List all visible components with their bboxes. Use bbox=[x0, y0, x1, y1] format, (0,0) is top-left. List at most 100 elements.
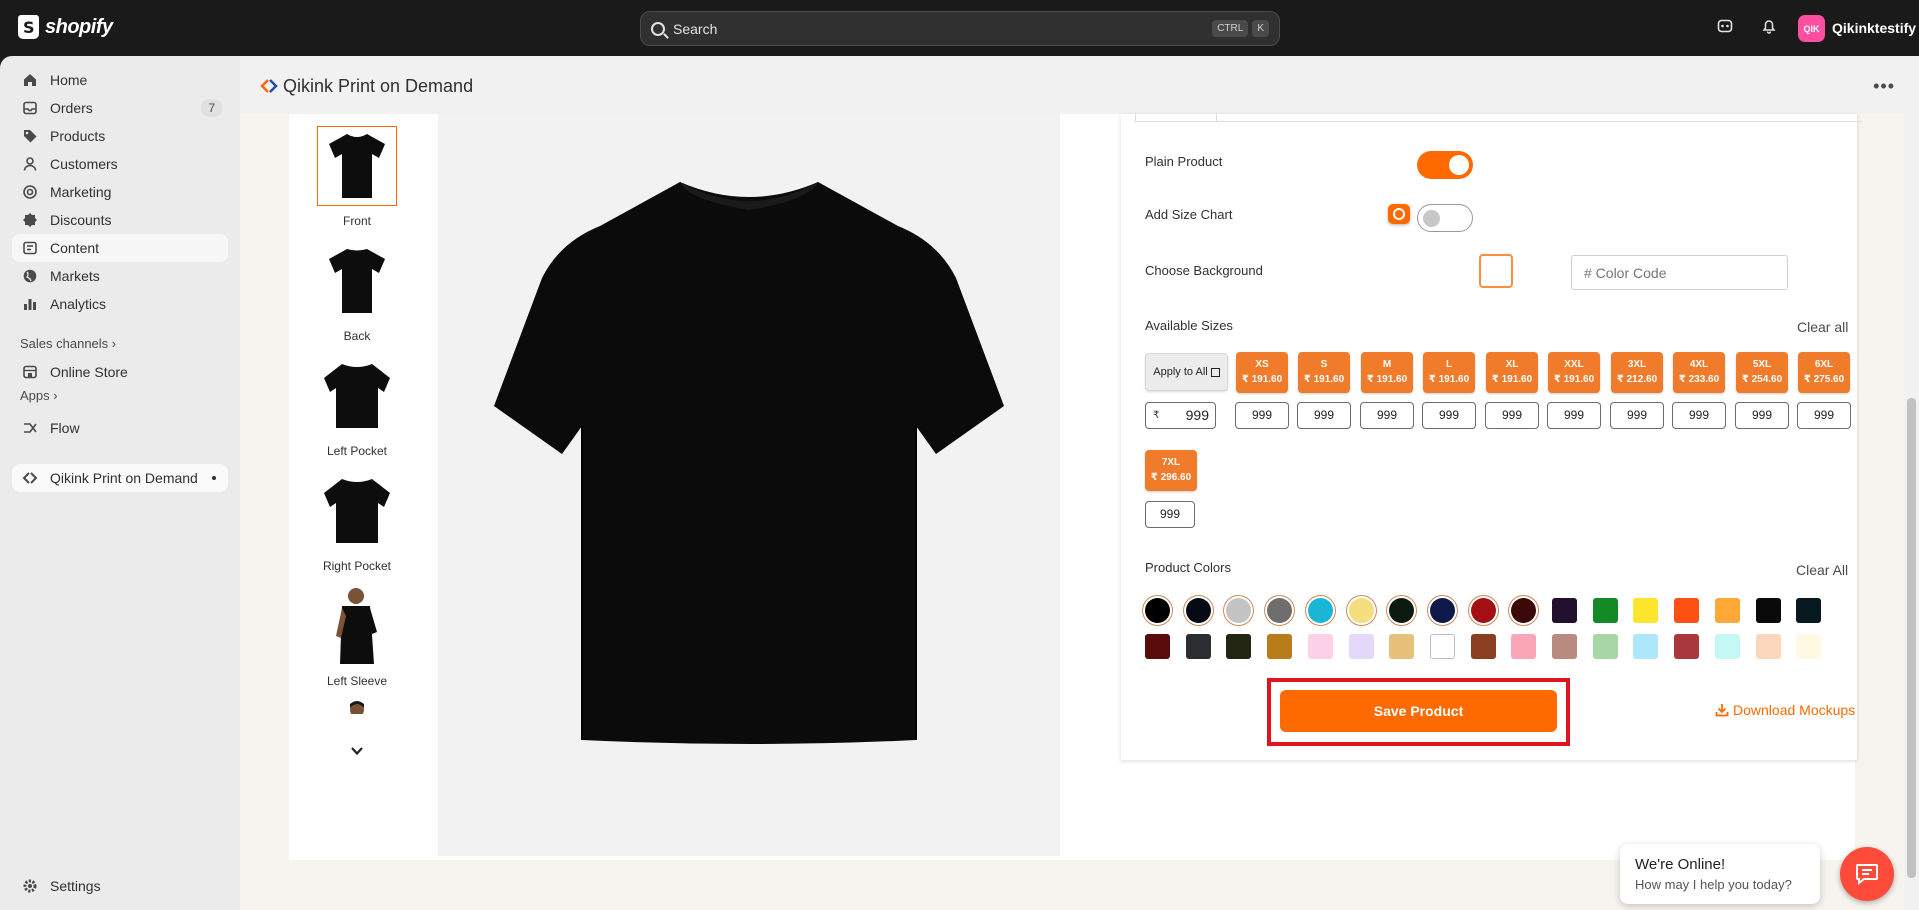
sidebar-item-orders[interactable]: Orders 7 bbox=[12, 94, 228, 122]
color-swatch[interactable] bbox=[1267, 634, 1293, 659]
price-input-s[interactable]: 999 bbox=[1297, 402, 1351, 429]
color-swatch[interactable] bbox=[1796, 634, 1822, 659]
color-swatch[interactable] bbox=[1633, 634, 1659, 659]
more-options-icon[interactable]: ••• bbox=[1873, 76, 1895, 97]
apply-to-all-button[interactable]: Apply to All bbox=[1145, 353, 1228, 391]
color-swatch[interactable] bbox=[1674, 598, 1700, 623]
size-chip-xs[interactable]: XS ₹ 191.60 bbox=[1236, 352, 1288, 393]
color-swatch[interactable] bbox=[1389, 598, 1415, 623]
color-swatch[interactable] bbox=[1552, 634, 1577, 659]
sales-channels-heading[interactable]: Sales channels › bbox=[20, 336, 116, 351]
color-swatch[interactable] bbox=[1307, 598, 1333, 623]
sidebar-item-flow[interactable]: Flow bbox=[12, 414, 228, 442]
size-chip-4xl[interactable]: 4XL ₹ 233.60 bbox=[1673, 352, 1725, 393]
size-chip-3xl[interactable]: 3XL ₹ 212.60 bbox=[1611, 352, 1663, 393]
thumb-right-pocket[interactable] bbox=[317, 471, 397, 551]
size-chip-xl[interactable]: XL ₹ 191.60 bbox=[1486, 352, 1538, 393]
scrollbar-thumb[interactable] bbox=[1907, 398, 1916, 878]
sidebar-item-online-store[interactable]: Online Store bbox=[12, 358, 228, 386]
size-chip-xxl[interactable]: XXL ₹ 191.60 bbox=[1548, 352, 1600, 393]
color-swatch[interactable] bbox=[1307, 634, 1333, 659]
add-size-chart-toggle[interactable] bbox=[1417, 204, 1473, 232]
apply-price-input[interactable]: ₹ 999 bbox=[1145, 402, 1216, 429]
size-chip-5xl[interactable]: 5XL ₹ 254.60 bbox=[1736, 352, 1788, 393]
clear-all-colors-link[interactable]: Clear All bbox=[1796, 562, 1848, 578]
price-input-xl[interactable]: 999 bbox=[1485, 402, 1539, 429]
color-swatch[interactable] bbox=[1145, 598, 1170, 623]
color-swatch[interactable] bbox=[1389, 634, 1415, 659]
color-swatch[interactable] bbox=[1714, 598, 1740, 623]
sidebar-item-settings[interactable]: Settings bbox=[12, 872, 228, 900]
price-input-m[interactable]: 999 bbox=[1360, 402, 1414, 429]
sidebar-item-customers[interactable]: Customers bbox=[12, 150, 228, 178]
color-swatch[interactable] bbox=[1714, 634, 1740, 659]
price-input-xxl[interactable]: 999 bbox=[1547, 402, 1601, 429]
price-input-l[interactable]: 999 bbox=[1422, 402, 1476, 429]
color-swatch[interactable] bbox=[1470, 634, 1496, 659]
shopify-logo[interactable]: shopify bbox=[18, 15, 113, 39]
color-swatch[interactable] bbox=[1185, 634, 1211, 659]
store-avatar[interactable]: QIK bbox=[1798, 15, 1825, 42]
price-input-xs[interactable]: 999 bbox=[1235, 402, 1289, 429]
size-chip-7xl[interactable]: 7XL ₹ 296.60 bbox=[1145, 450, 1197, 491]
color-swatch[interactable] bbox=[1755, 598, 1781, 623]
sidebar-item-discounts[interactable]: Discounts bbox=[12, 206, 228, 234]
store-name[interactable]: Qikinktestify bbox=[1832, 20, 1916, 36]
color-swatch[interactable] bbox=[1267, 598, 1293, 623]
page-scrollbar[interactable] bbox=[1904, 56, 1919, 910]
thumb-back[interactable] bbox=[317, 241, 397, 321]
color-swatch[interactable] bbox=[1348, 598, 1374, 623]
download-mockups-link[interactable]: Download Mockups bbox=[1715, 702, 1855, 718]
size-chip-l[interactable]: L ₹ 191.60 bbox=[1423, 352, 1475, 393]
color-swatch[interactable] bbox=[1470, 598, 1496, 623]
thumb-right-sleeve-partial[interactable] bbox=[317, 700, 397, 714]
sidebar-item-content[interactable]: Content bbox=[12, 234, 228, 262]
size-chip-s[interactable]: S ₹ 191.60 bbox=[1298, 352, 1350, 393]
thumb-front[interactable] bbox=[317, 126, 397, 206]
size-chip-m[interactable]: M ₹ 191.60 bbox=[1361, 352, 1413, 393]
color-swatch[interactable] bbox=[1429, 634, 1455, 659]
eye-icon[interactable] bbox=[1388, 204, 1410, 224]
color-swatch[interactable] bbox=[1511, 598, 1537, 623]
sidebar-item-qikink[interactable]: Qikink Print on Demand bbox=[12, 464, 228, 492]
sidebar-item-analytics[interactable]: Analytics bbox=[12, 290, 228, 318]
chat-greeting[interactable]: We're Online! How may I help you today? bbox=[1620, 844, 1820, 904]
sidebar-item-home[interactable]: Home bbox=[12, 66, 228, 94]
sidebar-item-markets[interactable]: Markets bbox=[12, 262, 228, 290]
color-swatch[interactable] bbox=[1145, 634, 1170, 659]
color-swatch[interactable] bbox=[1633, 598, 1659, 623]
color-swatch[interactable] bbox=[1674, 634, 1700, 659]
thumb-left-pocket[interactable] bbox=[317, 356, 397, 436]
color-swatch[interactable] bbox=[1796, 598, 1822, 623]
color-swatch[interactable] bbox=[1552, 598, 1577, 623]
price-input-5xl[interactable]: 999 bbox=[1735, 402, 1789, 429]
color-swatch[interactable] bbox=[1592, 634, 1618, 659]
color-swatch[interactable] bbox=[1511, 634, 1537, 659]
color-swatch[interactable] bbox=[1185, 598, 1211, 623]
thumb-left-sleeve[interactable] bbox=[317, 586, 397, 666]
price-input-3xl[interactable]: 999 bbox=[1610, 402, 1664, 429]
color-swatch[interactable] bbox=[1348, 634, 1374, 659]
color-swatch[interactable] bbox=[1226, 634, 1252, 659]
price-input-7xl[interactable]: 999 bbox=[1145, 501, 1195, 528]
sidebar-item-marketing[interactable]: Marketing bbox=[12, 178, 228, 206]
apps-heading[interactable]: Apps › bbox=[20, 388, 58, 403]
price-input-6xl[interactable]: 999 bbox=[1797, 402, 1851, 429]
background-color-swatch[interactable] bbox=[1479, 254, 1513, 288]
color-swatch[interactable] bbox=[1226, 598, 1252, 623]
color-swatch[interactable] bbox=[1755, 634, 1781, 659]
bell-icon[interactable] bbox=[1760, 18, 1778, 36]
size-chip-6xl[interactable]: 6XL ₹ 275.60 bbox=[1798, 352, 1850, 393]
chat-launcher-button[interactable] bbox=[1840, 847, 1894, 901]
save-product-button[interactable]: Save Product bbox=[1280, 690, 1557, 732]
clear-all-sizes-link[interactable]: Clear all bbox=[1797, 319, 1848, 335]
chevron-down-icon[interactable] bbox=[350, 744, 364, 758]
color-swatch[interactable] bbox=[1592, 598, 1618, 623]
color-code-input[interactable] bbox=[1571, 255, 1788, 290]
color-swatch[interactable] bbox=[1429, 598, 1455, 623]
sidekick-icon[interactable] bbox=[1716, 18, 1734, 36]
sidebar-item-products[interactable]: Products bbox=[12, 122, 228, 150]
search-input[interactable]: Search CTRL K bbox=[640, 11, 1280, 46]
plain-product-toggle[interactable] bbox=[1417, 151, 1473, 179]
price-input-4xl[interactable]: 999 bbox=[1672, 402, 1726, 429]
